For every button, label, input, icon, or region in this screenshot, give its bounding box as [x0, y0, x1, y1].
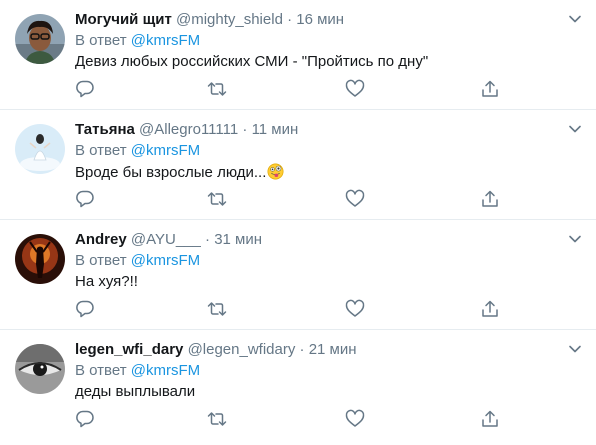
retweet-button[interactable] [207, 189, 227, 209]
tweet-text: Девиз любых российских СМИ - "Пройтись п… [75, 53, 429, 70]
tweet: Могучий щит @mighty_shield · 16 мин В от… [0, 0, 596, 110]
winking-tongue-emoji-icon [267, 163, 284, 180]
timestamp[interactable]: 31 мин [214, 231, 262, 248]
share-icon [482, 300, 498, 317]
tweet-actions [75, 79, 515, 99]
heart-icon [345, 189, 365, 207]
like-button[interactable] [345, 409, 365, 429]
reply-button[interactable] [75, 299, 95, 319]
timestamp[interactable]: 11 мин [252, 121, 299, 138]
retweet-button[interactable] [207, 79, 227, 99]
mention-link[interactable]: @kmrsFM [131, 252, 200, 269]
timestamp[interactable]: 21 мин [309, 341, 357, 358]
reply-prefix: В ответ [75, 252, 131, 269]
reply-button[interactable] [75, 409, 95, 429]
reply-button[interactable] [75, 79, 95, 99]
display-name[interactable]: Татьяна [75, 121, 135, 138]
retweet-icon [207, 412, 227, 426]
share-button[interactable] [480, 299, 500, 319]
share-button[interactable] [480, 189, 500, 209]
retweet-button[interactable] [207, 409, 227, 429]
share-icon [482, 410, 498, 427]
reply-button[interactable] [75, 189, 95, 209]
avatar[interactable] [15, 234, 65, 284]
separator: · [299, 341, 305, 358]
heart-icon [345, 79, 365, 97]
chevron-down-icon[interactable] [568, 12, 582, 26]
avatar[interactable] [15, 124, 65, 174]
avatar[interactable] [15, 14, 65, 64]
retweet-button[interactable] [207, 299, 227, 319]
chevron-down-icon[interactable] [568, 122, 582, 136]
user-handle[interactable]: @Allegro11111 [139, 121, 238, 138]
retweet-icon [207, 192, 227, 206]
tweet-text: На хуя?!! [75, 273, 138, 290]
reply-icon [76, 80, 94, 98]
reply-prefix: В ответ [75, 142, 131, 159]
avatar[interactable] [15, 344, 65, 394]
reply-context: В ответ @kmrsFM [75, 32, 200, 50]
tweet-actions [75, 189, 515, 209]
like-button[interactable] [345, 299, 365, 319]
reply-context: В ответ @kmrsFM [75, 142, 200, 160]
separator: · [287, 11, 293, 28]
tweet-text-container: Вроде бы взрослые люди... [75, 163, 284, 182]
tweet: legen_wfi_dary @legen_wfidary · 21 мин В… [0, 330, 596, 440]
retweet-icon [207, 302, 227, 316]
chevron-down-icon[interactable] [568, 342, 582, 356]
share-button[interactable] [480, 79, 500, 99]
tweet-actions [75, 299, 515, 319]
mention-link[interactable]: @kmrsFM [131, 142, 200, 159]
tweet: Татьяна @Allegro11111 · 11 мин В ответ @… [0, 110, 596, 220]
share-button[interactable] [480, 409, 500, 429]
share-icon [482, 80, 498, 97]
display-name[interactable]: legen_wfi_dary [75, 341, 183, 358]
tweet-actions [75, 409, 515, 429]
reply-context: В ответ @kmrsFM [75, 362, 200, 380]
tweet: Andrey @AYU___ · 31 мин В ответ @kmrsFM … [0, 220, 596, 330]
tweet-header: Могучий щит @mighty_shield · 16 мин [75, 11, 344, 29]
timestamp[interactable]: 16 мин [296, 11, 344, 28]
reply-context: В ответ @kmrsFM [75, 252, 200, 270]
display-name[interactable]: Могучий щит [75, 11, 172, 28]
chevron-down-icon[interactable] [568, 232, 582, 246]
display-name[interactable]: Andrey [75, 231, 127, 248]
mention-link[interactable]: @kmrsFM [131, 32, 200, 49]
reply-icon [76, 190, 94, 208]
user-handle[interactable]: @mighty_shield [176, 11, 283, 28]
share-icon [482, 190, 498, 207]
user-handle[interactable]: @legen_wfidary [188, 341, 296, 358]
retweet-icon [207, 82, 227, 96]
tweet-text: деды выплывали [75, 383, 196, 400]
reply-prefix: В ответ [75, 362, 131, 379]
user-handle[interactable]: @AYU___ [131, 231, 201, 248]
heart-icon [345, 299, 365, 317]
tweet-header: legen_wfi_dary @legen_wfidary · 21 мин [75, 341, 357, 359]
reply-prefix: В ответ [75, 32, 131, 49]
tweet-text: Вроде бы взрослые люди... [75, 164, 267, 181]
tweet-feed: Могучий щит @mighty_shield · 16 мин В от… [0, 0, 596, 440]
reply-icon [76, 410, 94, 428]
separator: · [242, 121, 248, 138]
reply-icon [76, 300, 94, 318]
mention-link[interactable]: @kmrsFM [131, 362, 200, 379]
like-button[interactable] [345, 189, 365, 209]
separator: · [205, 231, 211, 248]
like-button[interactable] [345, 79, 365, 99]
heart-icon [345, 409, 365, 427]
tweet-header: Татьяна @Allegro11111 · 11 мин [75, 121, 298, 139]
tweet-header: Andrey @AYU___ · 31 мин [75, 231, 262, 249]
